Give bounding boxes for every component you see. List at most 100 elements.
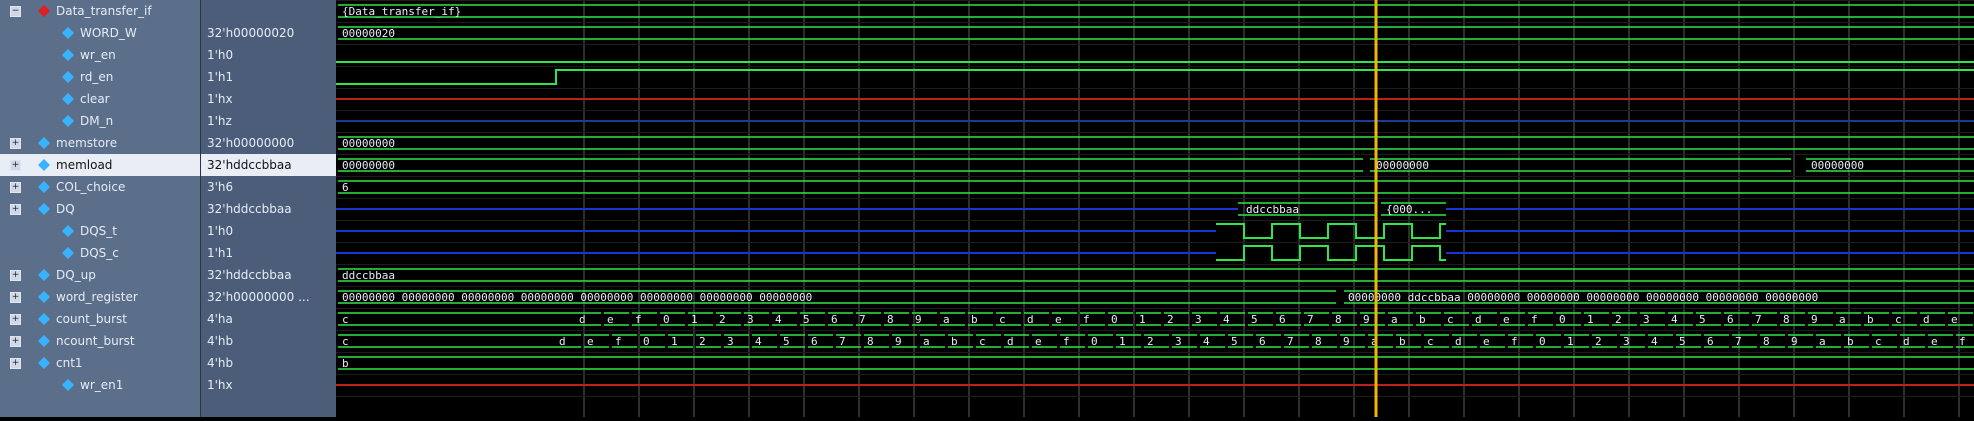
wave-label: 5 bbox=[1251, 313, 1258, 326]
wave-label: 1 bbox=[1119, 335, 1126, 348]
wave-label: e bbox=[1035, 335, 1042, 348]
signal-row-memload[interactable]: + memload bbox=[0, 154, 200, 176]
signal-value-row[interactable]: 1'h0 bbox=[201, 220, 337, 242]
wave-label: 7 bbox=[859, 313, 866, 326]
expand-icon[interactable]: + bbox=[10, 292, 21, 303]
waveform-pane[interactable]: {Data_transfer_if} 00000020 00000000 000000… bbox=[336, 0, 1974, 417]
signal-row-word_register[interactable]: + word_register bbox=[0, 286, 200, 308]
signal-row-count_burst[interactable]: + count_burst bbox=[0, 308, 200, 330]
wave-label: a bbox=[1391, 313, 1398, 326]
signal-row-dqs_t[interactable]: DQS_t bbox=[0, 220, 200, 242]
wave-label: 0 bbox=[663, 313, 670, 326]
wave-label: 9 bbox=[915, 313, 922, 326]
signal-name: rd_en bbox=[80, 70, 114, 84]
expand-icon[interactable]: + bbox=[10, 270, 21, 281]
wave-label: 0 bbox=[643, 335, 650, 348]
wave-label: 3 bbox=[747, 313, 754, 326]
signal-value: 4'ha bbox=[207, 312, 233, 326]
signal-row-col_choice[interactable]: + COL_choice bbox=[0, 176, 200, 198]
signal-value-row[interactable]: 32'h00000000 ... bbox=[201, 286, 337, 308]
signal-value-row[interactable]: 32'hddccbbaa bbox=[201, 198, 337, 220]
wave-label: 9 bbox=[1791, 335, 1798, 348]
signal-row-data_transfer_if[interactable]: − Data_transfer_if bbox=[0, 0, 200, 22]
signal-value: 32'hddccbbaa bbox=[207, 268, 292, 282]
signal-value: 32'h00000000 ... bbox=[207, 290, 310, 304]
signal-value-row[interactable]: 32'hddccbbaa bbox=[201, 264, 337, 286]
signal-row-memstore[interactable]: + memstore bbox=[0, 132, 200, 154]
signal-row-dqs_c[interactable]: DQS_c bbox=[0, 242, 200, 264]
wave-label: 6 bbox=[831, 313, 838, 326]
expand-icon[interactable]: + bbox=[10, 182, 21, 193]
signal-row-dq[interactable]: + DQ bbox=[0, 198, 200, 220]
wave-dqs-t-toggle bbox=[1216, 223, 1446, 239]
expand-icon[interactable]: + bbox=[10, 336, 21, 347]
signal-value-row[interactable]: 3'h6 bbox=[201, 176, 337, 198]
signal-value-row[interactable]: 1'h1 bbox=[201, 66, 337, 88]
wave-label: 1 bbox=[1139, 313, 1146, 326]
collapse-icon[interactable]: − bbox=[10, 6, 21, 17]
signal-value: 4'hb bbox=[207, 334, 234, 348]
signal-name: clear bbox=[80, 92, 110, 106]
signal-row-dq_up[interactable]: + DQ_up bbox=[0, 264, 200, 286]
wave-label: 1 bbox=[691, 313, 698, 326]
wave-label: 5 bbox=[803, 313, 810, 326]
signal-value-row[interactable]: 4'hb bbox=[201, 352, 337, 374]
wave-label: d bbox=[559, 335, 566, 348]
signal-value-row[interactable]: 4'hb bbox=[201, 330, 337, 352]
wave-label: 8 bbox=[1315, 335, 1322, 348]
wave-label: 9 bbox=[1343, 335, 1350, 348]
expand-icon[interactable]: + bbox=[10, 314, 21, 325]
expand-icon[interactable]: + bbox=[10, 204, 21, 215]
wave-label: b bbox=[951, 335, 958, 348]
signal-value-row[interactable]: 32'h00000020 bbox=[201, 22, 337, 44]
expand-icon[interactable]: + bbox=[10, 358, 21, 369]
signal-value-row[interactable]: 1'h0 bbox=[201, 44, 337, 66]
wave-label: 9 bbox=[1363, 313, 1370, 326]
signal-value-row[interactable]: 1'hx bbox=[201, 88, 337, 110]
wave-label: ddccbbaa bbox=[1246, 203, 1299, 216]
wave-dqs-c-toggle bbox=[1216, 245, 1446, 261]
signal-name: WORD_W bbox=[80, 26, 137, 40]
signal-value-row[interactable]: 1'h1 bbox=[201, 242, 337, 264]
wave-label: b bbox=[1867, 313, 1874, 326]
wave-label: 4 bbox=[1671, 313, 1678, 326]
signal-row-cnt1[interactable]: + cnt1 bbox=[0, 352, 200, 374]
wave-label: {000... bbox=[1386, 203, 1432, 216]
signal-icon bbox=[38, 181, 50, 193]
waveform-canvas[interactable]: {Data_transfer_if}0000002000000000000000… bbox=[336, 0, 1974, 417]
wave-label: b bbox=[1847, 335, 1854, 348]
signal-row-clear[interactable]: clear bbox=[0, 88, 200, 110]
wave-label: 00000000 bbox=[1376, 159, 1429, 172]
wave-label: f bbox=[1511, 335, 1518, 348]
signal-row-dm_n[interactable]: DM_n bbox=[0, 110, 200, 132]
signal-row-rd_en[interactable]: rd_en bbox=[0, 66, 200, 88]
signal-value: 1'hz bbox=[207, 114, 232, 128]
signal-icon bbox=[38, 137, 50, 149]
signal-name: DQ bbox=[56, 202, 75, 216]
wave-label: c bbox=[1895, 313, 1902, 326]
wave-label: 2 bbox=[1167, 313, 1174, 326]
signal-row-word_w[interactable]: WORD_W bbox=[0, 22, 200, 44]
wave-label: a bbox=[943, 313, 950, 326]
wave-label: a bbox=[1819, 335, 1826, 348]
wave-label: c bbox=[1875, 335, 1882, 348]
signal-icon bbox=[38, 269, 50, 281]
expand-icon[interactable]: + bbox=[10, 138, 21, 149]
signal-value-row[interactable]: 1'hx bbox=[201, 374, 337, 396]
signal-icon bbox=[38, 313, 50, 325]
wave-label: c bbox=[342, 313, 349, 326]
wave-label: 00000000 00000000 00000000 00000000 0000… bbox=[342, 291, 812, 304]
signal-value-row[interactable] bbox=[201, 0, 337, 22]
signal-row-wr_en1[interactable]: wr_en1 bbox=[0, 374, 200, 396]
wave-label: 9 bbox=[895, 335, 902, 348]
signal-value: 32'h00000000 bbox=[207, 136, 295, 150]
signal-value-row[interactable]: 32'h00000000 bbox=[201, 132, 337, 154]
wave-label: ddccbbaa bbox=[342, 269, 395, 282]
wave-label: 4 bbox=[775, 313, 782, 326]
signal-row-wr_en[interactable]: wr_en bbox=[0, 44, 200, 66]
signal-value-row[interactable]: 4'ha bbox=[201, 308, 337, 330]
signal-value-row[interactable]: 1'hz bbox=[201, 110, 337, 132]
signal-value-row[interactable]: 32'hddccbbaa bbox=[201, 154, 337, 176]
signal-row-ncount_burst[interactable]: + ncount_burst bbox=[0, 330, 200, 352]
expand-icon[interactable]: + bbox=[10, 160, 21, 171]
